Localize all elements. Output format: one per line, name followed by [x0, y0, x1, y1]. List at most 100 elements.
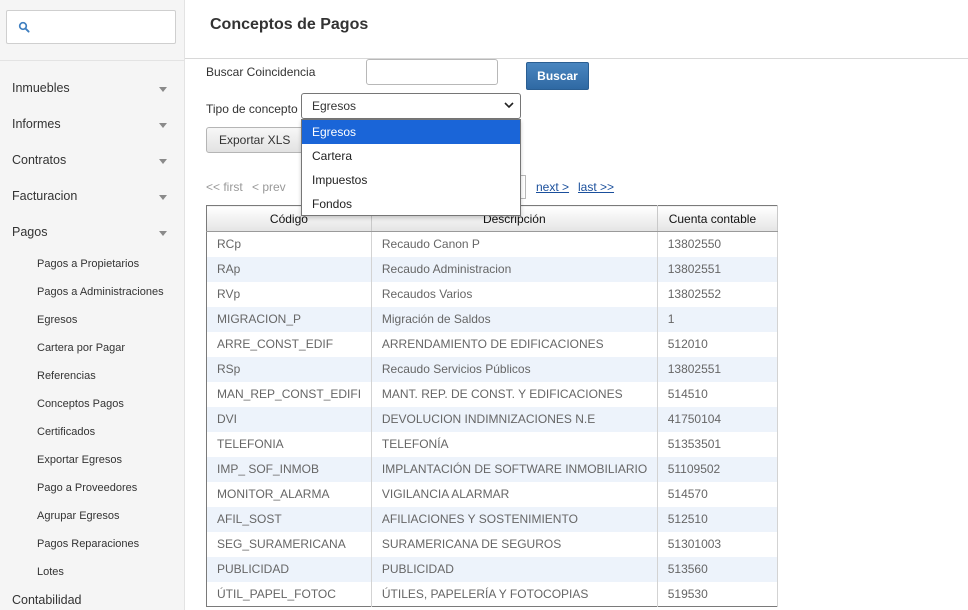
cell-codigo: RVp [206, 281, 372, 307]
search-icon [18, 21, 30, 33]
cell-descripcion: ÚTILES, PAPELERÍA Y FOTOCOPIAS [371, 581, 658, 607]
sidebar-item-label: Pagos [12, 225, 48, 239]
cell-codigo: IMP_ SOF_INMOB [206, 456, 372, 482]
select-value: Egresos [312, 99, 357, 113]
sidebar-item-pagos[interactable]: Pagos [0, 214, 184, 250]
submenu-item-cartera-por-pagar[interactable]: Cartera por Pagar [0, 334, 184, 362]
table-row[interactable]: MAN_REP_CONST_EDIFI MANT. REP. DE CONST. … [206, 381, 779, 407]
export-xls-button[interactable]: Exportar XLS [206, 127, 306, 153]
table-row[interactable]: PUBLICIDAD PUBLICIDAD 513560 [206, 556, 779, 582]
pagos-submenu: Pagos a Propietarios Pagos a Administrac… [0, 250, 184, 586]
cell-cuenta: 514510 [657, 381, 779, 407]
cell-codigo: MIGRACION_P [206, 306, 372, 332]
table-row[interactable]: AFIL_SOST AFILIACIONES Y SOSTENIMIENTO 512… [206, 506, 779, 532]
cell-descripcion: IMPLANTACIÓN DE SOFTWARE INMOBILIARIO [371, 456, 658, 482]
tipo-concepto-dropdown: Egresos Cartera Impuestos Fondos [301, 119, 521, 216]
cell-codigo: PUBLICIDAD [206, 556, 372, 582]
tipo-concepto-select[interactable]: Egresos [301, 93, 521, 119]
cell-cuenta: 13802550 [657, 231, 779, 257]
table-row[interactable]: RVp Recaudos Varios 13802552 [206, 281, 779, 307]
sidebar: Inmuebles Informes Contratos Facturacion… [0, 0, 185, 610]
submenu-item-exportar-egresos[interactable]: Exportar Egresos [0, 446, 184, 474]
cell-cuenta: 13802551 [657, 256, 779, 282]
submenu-item-referencias[interactable]: Referencias [0, 362, 184, 390]
cell-codigo: RCp [206, 231, 372, 257]
table-row[interactable]: RSp Recaudo Servicios Públicos 13802551 [206, 356, 779, 382]
sidebar-search-box[interactable] [6, 10, 176, 44]
submenu-item-pago-proveedores[interactable]: Pago a Proveedores [0, 474, 184, 502]
sidebar-menu: Inmuebles Informes Contratos Facturacion… [0, 70, 184, 610]
table-row[interactable]: ÚTIL_PAPEL_FOTOC ÚTILES, PAPELERÍA Y FOTO… [206, 581, 779, 607]
page-title: Conceptos de Pagos [210, 16, 369, 33]
cell-codigo: ARRE_CONST_EDIF [206, 331, 372, 357]
table-row[interactable]: ARRE_CONST_EDIF ARRENDAMIENTO DE EDIFICAC… [206, 331, 779, 357]
header-divider [185, 58, 968, 59]
table-row[interactable]: RCp Recaudo Canon P 13802550 [206, 231, 779, 257]
table-row[interactable]: SEG_SURAMERICANA SURAMERICANA DE SEGUROS 5… [206, 531, 779, 557]
submenu-item-pagos-administraciones[interactable]: Pagos a Administraciones [0, 278, 184, 306]
cell-codigo: AFIL_SOST [206, 506, 372, 532]
sidebar-item-contratos[interactable]: Contratos [0, 142, 184, 178]
table-row[interactable]: MIGRACION_P Migración de Saldos 1 [206, 306, 779, 332]
submenu-item-lotes[interactable]: Lotes [0, 558, 184, 586]
submenu-item-agrupar-egresos[interactable]: Agrupar Egresos [0, 502, 184, 530]
dropdown-option-egresos[interactable]: Egresos [302, 120, 520, 144]
tipo-concepto-label: Tipo de concepto [206, 102, 298, 116]
cell-descripcion: Recaudo Servicios Públicos [371, 356, 658, 382]
cell-codigo: DVI [206, 406, 372, 432]
cell-cuenta: 512010 [657, 331, 779, 357]
sidebar-item-facturacion[interactable]: Facturacion [0, 178, 184, 214]
cell-codigo: ÚTIL_PAPEL_FOTOC [206, 581, 372, 607]
sidebar-item-inmuebles[interactable]: Inmuebles [0, 70, 184, 106]
cell-descripcion: MANT. REP. DE CONST. Y EDIFICACIONES [371, 381, 658, 407]
search-input[interactable] [366, 59, 498, 85]
dropdown-option-impuestos[interactable]: Impuestos [302, 168, 520, 192]
cell-descripcion: Recaudo Administracion [371, 256, 658, 282]
cell-cuenta: 519530 [657, 581, 779, 607]
chevron-down-icon [159, 231, 167, 236]
sidebar-item-label: Informes [12, 117, 61, 131]
submenu-item-pagos-propietarios[interactable]: Pagos a Propietarios [0, 250, 184, 278]
chevron-down-icon [159, 195, 167, 200]
cell-codigo: MONITOR_ALARMA [206, 481, 372, 507]
table-row[interactable]: RAp Recaudo Administracion 13802551 [206, 256, 779, 282]
dropdown-option-cartera[interactable]: Cartera [302, 144, 520, 168]
cell-cuenta: 513560 [657, 556, 779, 582]
table-row[interactable]: TELEFONIA TELEFONÍA 51353501 [206, 431, 779, 457]
table-row[interactable]: DVI DEVOLUCION INDIMNIZACIONES N.E 4175010… [206, 406, 779, 432]
dropdown-option-fondos[interactable]: Fondos [302, 192, 520, 216]
cell-descripcion: AFILIACIONES Y SOSTENIMIENTO [371, 506, 658, 532]
submenu-item-egresos[interactable]: Egresos [0, 306, 184, 334]
sidebar-item-informes[interactable]: Informes [0, 106, 184, 142]
cell-descripcion: Migración de Saldos [371, 306, 658, 332]
submenu-item-conceptos-pagos[interactable]: Conceptos Pagos [0, 390, 184, 418]
submenu-item-certificados[interactable]: Certificados [0, 418, 184, 446]
cell-cuenta: 514570 [657, 481, 779, 507]
main-content: Conceptos de Pagos Buscar Coincidencia B… [185, 0, 968, 610]
table-row[interactable]: IMP_ SOF_INMOB IMPLANTACIÓN DE SOFTWARE I… [206, 456, 779, 482]
pager-last[interactable]: last >> [578, 180, 614, 194]
cell-codigo: MAN_REP_CONST_EDIFI [206, 381, 372, 407]
search-label: Buscar Coincidencia [206, 65, 316, 79]
table-body: RCp Recaudo Canon P 13802550 RAp Recaudo Adm… [206, 231, 779, 607]
cell-descripcion: VIGILANCIA ALARMAR [371, 481, 658, 507]
cell-codigo: RAp [206, 256, 372, 282]
cell-codigo: RSp [206, 356, 372, 382]
table-row[interactable]: MONITOR_ALARMA VIGILANCIA ALARMAR 514570 [206, 481, 779, 507]
conceptos-table: Código Descripción Cuenta contable RCp Re… [206, 205, 779, 607]
chevron-down-icon [504, 102, 514, 109]
submenu-item-pagos-reparaciones[interactable]: Pagos Reparaciones [0, 530, 184, 558]
cell-cuenta: 51109502 [657, 456, 779, 482]
sidebar-search-input[interactable] [37, 15, 167, 39]
search-button[interactable]: Buscar [526, 62, 589, 90]
cell-codigo: TELEFONIA [206, 431, 372, 457]
cell-descripcion: Recaudo Canon P [371, 231, 658, 257]
chevron-down-icon [159, 159, 167, 164]
cell-cuenta: 13802552 [657, 281, 779, 307]
sidebar-item-contabilidad[interactable]: Contabilidad [0, 590, 184, 610]
column-header-cuenta[interactable]: Cuenta contable [657, 205, 779, 232]
chevron-down-icon [159, 123, 167, 128]
pager-next[interactable]: next > [536, 180, 569, 194]
sidebar-item-label: Contratos [12, 153, 67, 167]
pager-first: << first [206, 180, 243, 194]
